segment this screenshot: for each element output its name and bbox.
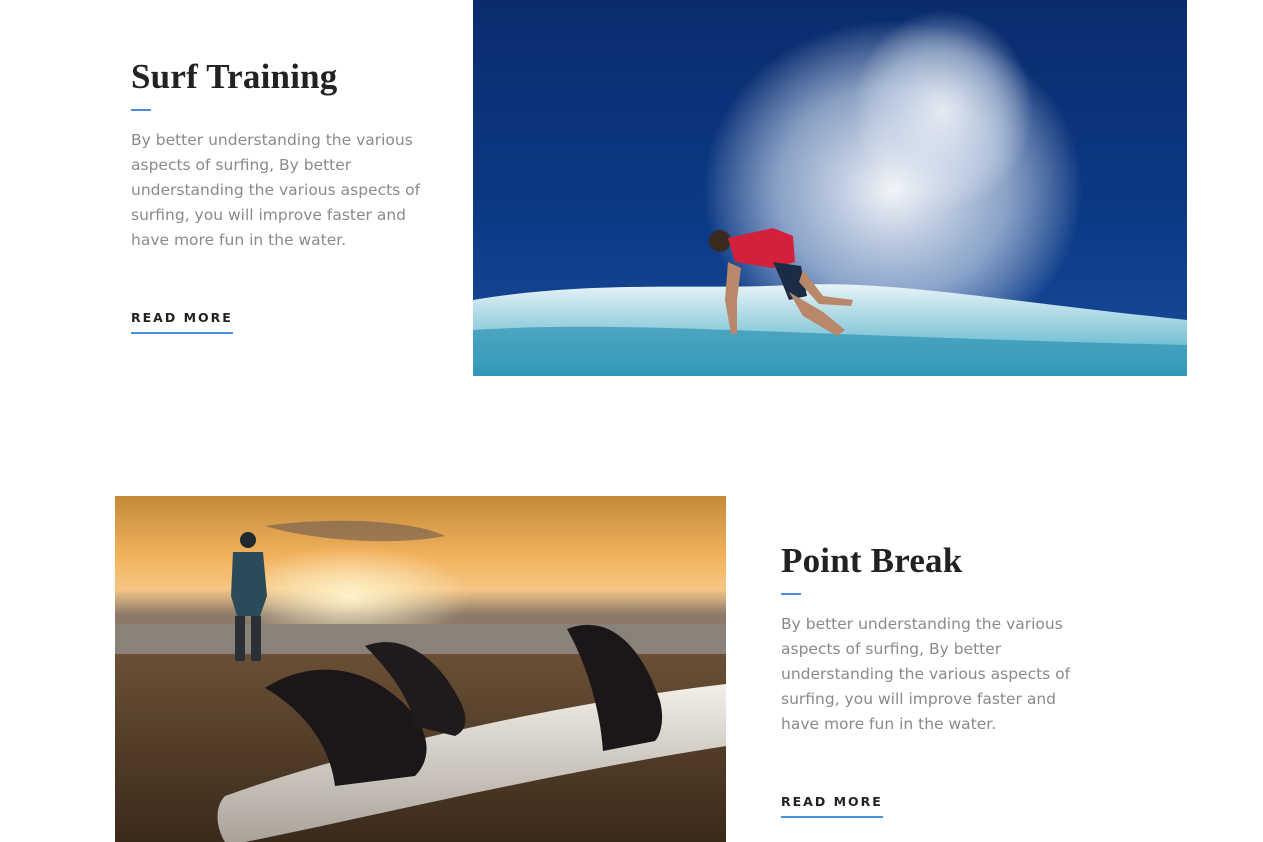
section-surf-training: Surf Training By better understanding th… — [131, 57, 431, 334]
section-point-break: Point Break By better understanding the … — [781, 541, 1101, 818]
surfboard-fins-at-sunset-photo — [115, 496, 726, 842]
title-underline — [781, 592, 801, 595]
surfer-riding-wave-photo — [473, 0, 1187, 376]
section-title: Point Break — [781, 541, 963, 580]
section-title: Surf Training — [131, 57, 338, 96]
section-description: By better understanding the various aspe… — [781, 614, 1071, 733]
read-more-link[interactable]: READ MORE — [131, 310, 233, 334]
read-more-link[interactable]: READ MORE — [781, 794, 883, 818]
section-description: By better understanding the various aspe… — [131, 130, 421, 249]
title-underline — [131, 108, 151, 111]
